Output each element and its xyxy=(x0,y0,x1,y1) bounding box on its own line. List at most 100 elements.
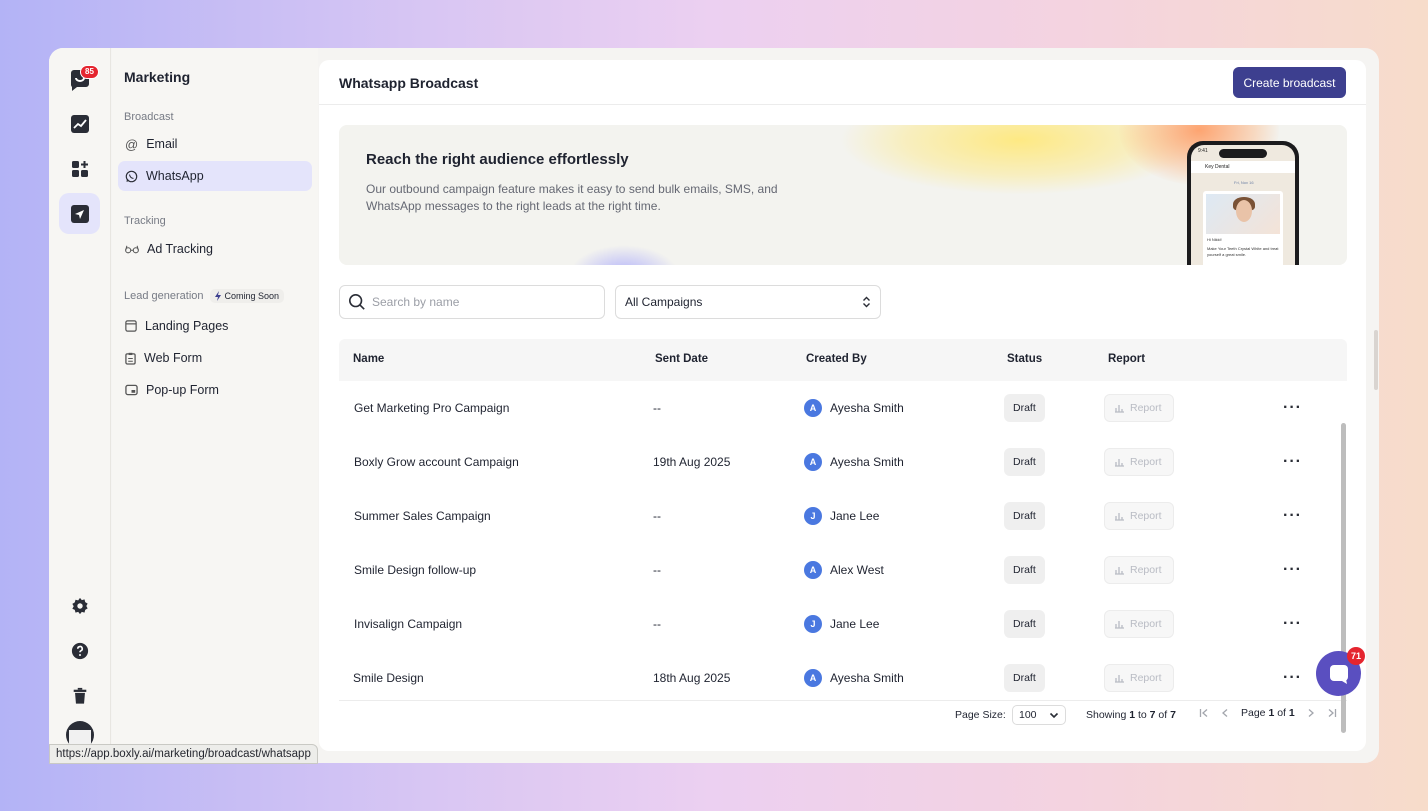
table-row[interactable]: Smile Design follow-up -- A Alex West Dra… xyxy=(339,543,1339,597)
subnav-item-web-form[interactable]: Web Form xyxy=(118,343,312,373)
search-box[interactable] xyxy=(339,285,605,319)
status-cell: Draft xyxy=(1004,489,1045,543)
table-row[interactable]: Invisalign Campaign -- J Jane Lee Draft R… xyxy=(339,597,1339,651)
column-header-created-by[interactable]: Created By xyxy=(806,353,867,365)
report-label: Report xyxy=(1130,402,1162,414)
bar-chart-icon xyxy=(1115,675,1124,683)
report-button[interactable]: Report xyxy=(1104,394,1174,422)
app-window: 85 Marketing Broadcast @ Email WhatsApp … xyxy=(49,48,1379,763)
subnav-item-ad-tracking[interactable]: Ad Tracking xyxy=(118,234,312,264)
column-header-sent-date[interactable]: Sent Date xyxy=(655,353,708,365)
campaign-name[interactable]: Summer Sales Campaign xyxy=(354,489,491,543)
page-indicator: Page 1 of 1 xyxy=(1241,707,1295,719)
creator-avatar: A xyxy=(804,561,822,579)
status-cell: Draft xyxy=(1004,381,1045,435)
subnav-item-popup-form[interactable]: Pop-up Form xyxy=(118,375,312,405)
rail-trash[interactable] xyxy=(59,675,100,716)
created-by: A Ayesha Smith xyxy=(804,381,904,435)
row-actions[interactable]: ··· xyxy=(1283,489,1302,543)
subnav-item-whatsapp[interactable]: WhatsApp xyxy=(118,161,312,191)
sent-date: -- xyxy=(653,617,661,631)
report-cell: Report xyxy=(1104,381,1174,435)
report-button[interactable]: Report xyxy=(1104,610,1174,638)
phone-screen: 9:41 Key Dental Fri, Nov 16 Hi Nikki! Ma… xyxy=(1191,145,1295,265)
status-badge: Draft xyxy=(1004,664,1045,692)
sent-date: 18th Aug 2025 xyxy=(653,671,731,685)
report-button[interactable]: Report xyxy=(1104,502,1174,530)
first-page-icon[interactable] xyxy=(1199,708,1209,718)
showing-from: 1 xyxy=(1129,709,1136,721)
page-size-select[interactable]: 100 xyxy=(1012,705,1066,725)
resize-handle[interactable] xyxy=(1374,330,1378,390)
chevron-up-down-icon xyxy=(863,296,870,308)
phone-date: Fri, Nov 16 xyxy=(1234,180,1254,185)
rail-analytics[interactable] xyxy=(59,103,100,144)
subnav-item-label: Ad Tracking xyxy=(147,242,214,256)
column-header-report[interactable]: Report xyxy=(1108,353,1145,365)
clipboard-icon xyxy=(125,352,136,365)
search-input[interactable] xyxy=(372,295,592,309)
created-by: J Jane Lee xyxy=(804,489,879,543)
report-button[interactable]: Report xyxy=(1104,556,1174,584)
row-actions[interactable]: ··· xyxy=(1283,435,1302,489)
table-row[interactable]: Summer Sales Campaign -- J Jane Lee Draft… xyxy=(339,489,1339,543)
campaign-name[interactable]: Invisalign Campaign xyxy=(354,597,462,651)
creator-name: Alex West xyxy=(830,563,884,577)
rail-help[interactable] xyxy=(59,630,100,671)
creator-name: Ayesha Smith xyxy=(830,455,904,469)
rail-marketing[interactable] xyxy=(59,193,100,234)
phone-time: 9:41 xyxy=(1198,148,1208,154)
report-label: Report xyxy=(1130,618,1162,630)
table-row[interactable]: Get Marketing Pro Campaign -- A Ayesha Sm… xyxy=(339,381,1339,435)
column-header-name[interactable]: Name xyxy=(353,353,384,365)
table-row[interactable]: Smile Design 18th Aug 2025 A Ayesha Smith… xyxy=(339,651,1339,705)
report-cell: Report xyxy=(1104,597,1174,651)
row-actions[interactable]: ··· xyxy=(1283,543,1302,597)
more-options-icon[interactable]: ··· xyxy=(1283,507,1302,525)
campaign-name[interactable]: Smile Design follow-up xyxy=(354,543,476,597)
campaign-name[interactable]: Smile Design xyxy=(353,651,424,705)
rail-settings[interactable] xyxy=(59,585,100,626)
marketing-subnav: Marketing Broadcast @ Email WhatsApp Tra… xyxy=(112,48,318,763)
to-word: to xyxy=(1137,709,1147,721)
of-word: of xyxy=(1158,709,1168,721)
more-options-icon[interactable]: ··· xyxy=(1283,669,1302,687)
report-button[interactable]: Report xyxy=(1104,448,1174,476)
row-actions[interactable]: ··· xyxy=(1283,651,1302,705)
section-label: Lead generation xyxy=(124,290,204,302)
subnav-item-email[interactable]: @ Email xyxy=(118,129,312,159)
subnav-item-landing-pages[interactable]: Landing Pages xyxy=(118,311,312,341)
previous-page-icon[interactable] xyxy=(1221,708,1229,718)
campaign-name[interactable]: Boxly Grow account Campaign xyxy=(354,435,519,489)
lightning-icon xyxy=(214,291,221,301)
sent-date: 19th Aug 2025 xyxy=(653,455,731,469)
creator-avatar: J xyxy=(804,615,822,633)
create-broadcast-button[interactable]: Create broadcast xyxy=(1233,67,1346,98)
logo-button[interactable]: 85 xyxy=(59,60,100,101)
campaign-name[interactable]: Get Marketing Pro Campaign xyxy=(354,381,509,435)
row-actions[interactable]: ··· xyxy=(1283,381,1302,435)
campaign-filter-select[interactable]: All Campaigns xyxy=(615,285,881,319)
phone-chat-name: Key Dental xyxy=(1191,161,1295,173)
table-row[interactable]: Boxly Grow account Campaign 19th Aug 202… xyxy=(339,435,1339,489)
more-options-icon[interactable]: ··· xyxy=(1283,615,1302,633)
status-badge: Draft xyxy=(1004,502,1045,530)
status-badge: Draft xyxy=(1004,556,1045,584)
last-page-icon[interactable] xyxy=(1327,708,1337,718)
more-options-icon[interactable]: ··· xyxy=(1283,399,1302,417)
created-by: A Ayesha Smith xyxy=(804,435,904,489)
trash-icon xyxy=(73,687,86,704)
chat-bubble-icon xyxy=(1329,664,1348,684)
more-options-icon[interactable]: ··· xyxy=(1283,453,1302,471)
created-by: J Jane Lee xyxy=(804,597,879,651)
row-actions[interactable]: ··· xyxy=(1283,597,1302,651)
more-options-icon[interactable]: ··· xyxy=(1283,561,1302,579)
creator-name: Jane Lee xyxy=(830,509,880,523)
report-button[interactable]: Report xyxy=(1104,664,1174,692)
column-header-status[interactable]: Status xyxy=(1007,353,1042,365)
next-page-icon[interactable] xyxy=(1307,708,1315,718)
showing-prefix: Showing xyxy=(1086,709,1127,721)
table-body: Get Marketing Pro Campaign -- A Ayesha Sm… xyxy=(339,381,1347,733)
rail-apps[interactable] xyxy=(59,148,100,189)
pagination-bar: Page Size: 100 Showing 1 to 7 of 7 Page … xyxy=(319,705,1366,727)
